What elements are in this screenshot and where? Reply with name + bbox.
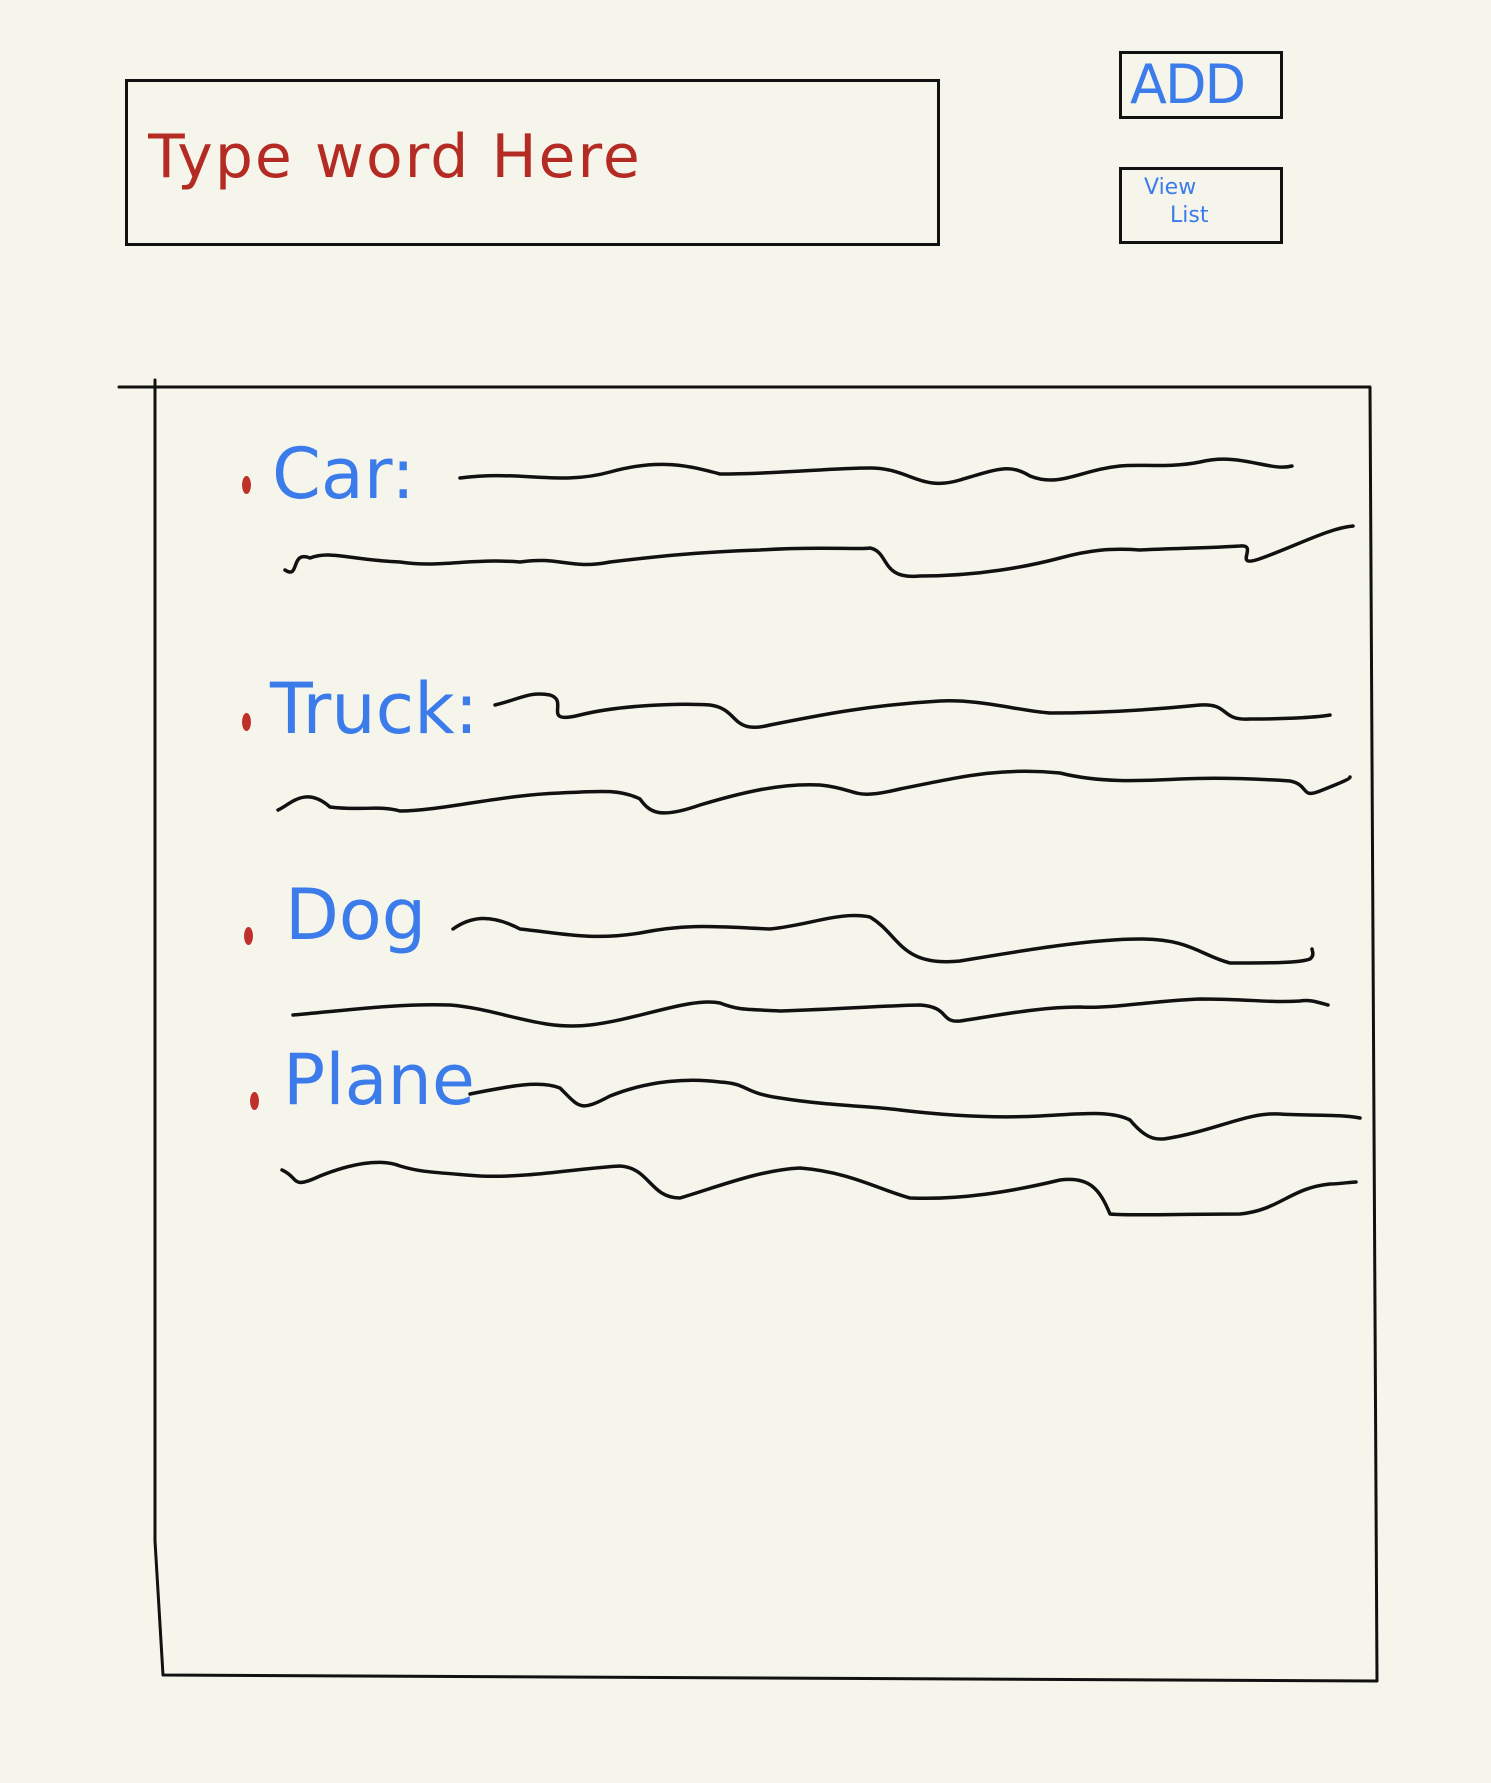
definition-scribble <box>280 1078 1362 1217</box>
definition-scribble <box>283 457 1355 579</box>
list-item[interactable]: Car: <box>0 430 1491 610</box>
list-item[interactable]: Plane <box>0 1040 1491 1220</box>
list-item[interactable]: Truck: <box>0 665 1491 845</box>
list-item[interactable]: Dog <box>0 875 1491 1055</box>
word-list: Car: Truck: Dog Plane <box>0 0 1491 1783</box>
definition-scribble <box>276 692 1352 815</box>
definition-scribble <box>291 913 1330 1028</box>
